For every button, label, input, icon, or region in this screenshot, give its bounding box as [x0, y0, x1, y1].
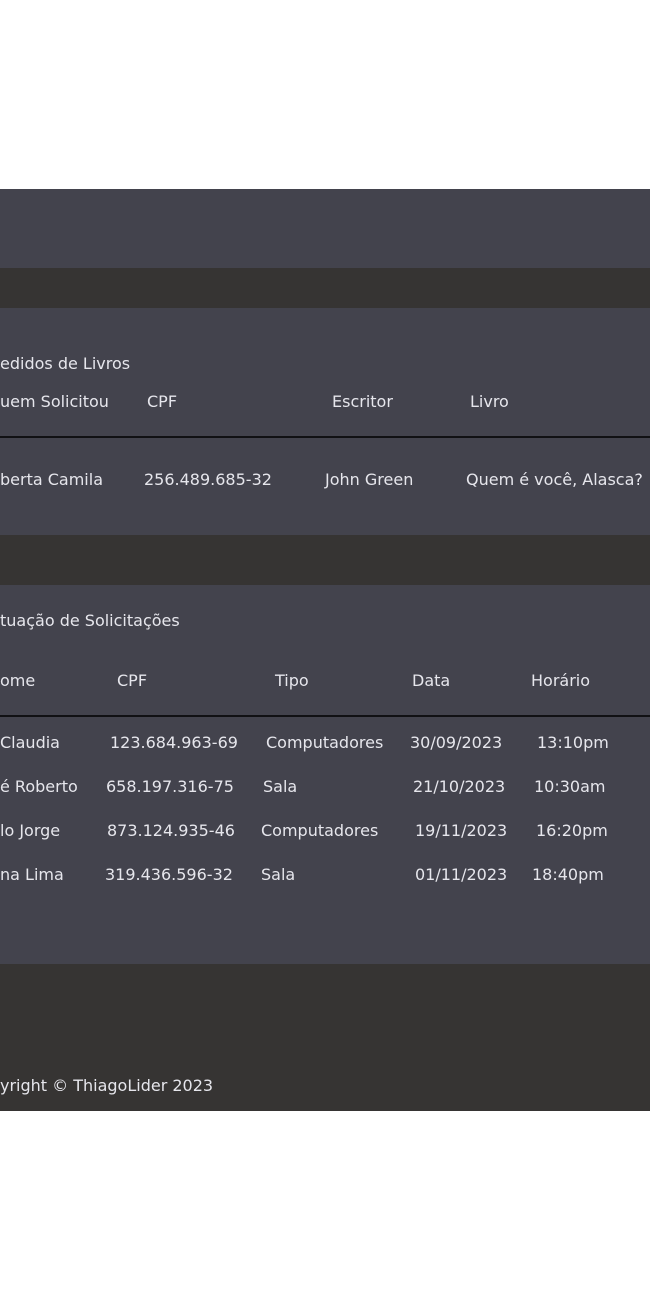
book-requests-title: edidos de Livros	[0, 354, 131, 373]
request-header-name: ome	[0, 671, 36, 690]
request-status-title: tuação de Solicitações	[0, 611, 180, 630]
section-separator	[0, 268, 650, 308]
book-header-writer: Escritor	[332, 392, 393, 411]
request-row-cpf: 658.197.316-75	[106, 777, 234, 796]
request-table-divider	[0, 715, 650, 717]
request-row-cpf: 873.124.935-46	[107, 821, 235, 840]
book-row-writer: John Green	[325, 470, 414, 489]
request-row-name: na Lima	[0, 865, 64, 884]
request-row-type: Sala	[261, 865, 296, 884]
request-row-name: lo Jorge	[0, 821, 61, 840]
request-row-name: Claudia	[0, 733, 60, 752]
header-bar	[0, 189, 650, 268]
book-row-book: Quem é você, Alasca?	[466, 470, 643, 489]
footer-copyright: yright © ThiagoLider 2023	[0, 1076, 214, 1095]
request-row-name: é Roberto	[0, 777, 78, 796]
book-header-cpf: CPF	[147, 392, 178, 411]
request-header-cpf: CPF	[117, 671, 148, 690]
book-table-divider	[0, 436, 650, 438]
request-row-time: 10:30am	[534, 777, 606, 796]
request-header-type: Tipo	[275, 671, 309, 690]
page: edidos de Livros uem Solicitou CPF Escri…	[0, 0, 650, 1300]
book-requests-panel	[0, 308, 650, 535]
request-row-cpf: 123.684.963-69	[110, 733, 238, 752]
request-row-date: 21/10/2023	[413, 777, 506, 796]
request-row-type: Computadores	[261, 821, 379, 840]
request-row-date: 01/11/2023	[415, 865, 508, 884]
book-header-book: Livro	[470, 392, 509, 411]
request-status-panel	[0, 585, 650, 964]
request-header-time: Horário	[531, 671, 591, 690]
request-row-type: Sala	[263, 777, 298, 796]
request-header-date: Data	[412, 671, 451, 690]
section-separator	[0, 535, 650, 585]
request-row-time: 13:10pm	[537, 733, 609, 752]
request-row-cpf: 319.436.596-32	[105, 865, 233, 884]
book-row-requester: berta Camila	[0, 470, 103, 489]
request-row-date: 19/11/2023	[415, 821, 508, 840]
request-row-time: 18:40pm	[532, 865, 604, 884]
request-row-type: Computadores	[266, 733, 384, 752]
request-row-date: 30/09/2023	[410, 733, 503, 752]
book-header-requester: uem Solicitou	[0, 392, 109, 411]
book-row-cpf: 256.489.685-32	[144, 470, 272, 489]
request-row-time: 16:20pm	[536, 821, 608, 840]
